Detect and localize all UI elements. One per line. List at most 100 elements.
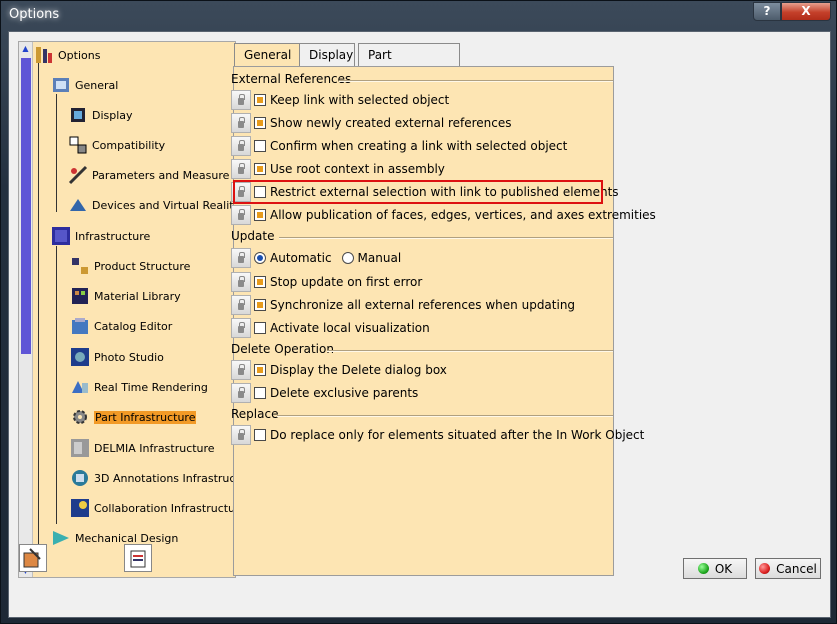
options-window: Options ? X ▲ ▼ Options General — [0, 0, 837, 624]
activate-local-checkbox[interactable] — [254, 322, 266, 334]
highlight-box — [233, 180, 603, 204]
option-keep-link[interactable]: Keep link with selected object — [231, 89, 449, 111]
option-show-new[interactable]: Show newly created external references — [231, 112, 512, 134]
rendering-icon — [70, 377, 90, 397]
infrastructure-icon — [51, 226, 71, 246]
material-library-icon — [70, 286, 90, 306]
lock-icon[interactable] — [231, 272, 251, 292]
tree-item-label: Mechanical Design — [75, 531, 179, 545]
green-dot-icon — [697, 563, 709, 574]
tree-item-label: Part Infrastructure — [94, 410, 197, 424]
option-do-replace[interactable]: Do replace only for elements situated af… — [231, 424, 644, 446]
tree-item-label: Display — [92, 108, 133, 122]
tree-item-label: General — [75, 78, 119, 92]
lock-icon[interactable] — [231, 205, 251, 225]
tree-item-label: Material Library — [94, 289, 181, 303]
lock-icon[interactable] — [231, 383, 251, 403]
option-update-mode[interactable]: Automatic Manual — [231, 247, 401, 269]
tree-item-product-structure[interactable]: Product Structure — [70, 255, 190, 277]
lock-icon[interactable] — [231, 425, 251, 445]
collaboration-icon — [70, 498, 90, 518]
keep-link-checkbox[interactable] — [254, 94, 266, 106]
tree-item-label: Real Time Rendering — [94, 380, 208, 394]
display-delete-checkbox[interactable] — [254, 364, 266, 376]
manual-radio[interactable] — [341, 252, 354, 264]
tree-item-compatibility[interactable]: Compatibility — [68, 134, 165, 156]
export-options-button[interactable] — [124, 544, 152, 572]
lock-icon[interactable] — [231, 113, 251, 133]
tree-item-general[interactable]: General — [51, 74, 118, 96]
option-activate-local[interactable]: Activate local visualization — [231, 317, 430, 339]
compatibility-icon — [68, 135, 88, 155]
photo-studio-icon — [70, 347, 90, 367]
scroll-up-arrow-icon[interactable]: ▲ — [20, 43, 31, 55]
option-confirm[interactable]: Confirm when creating a link with select… — [231, 135, 567, 157]
tree-item-mechanical-design[interactable]: Mechanical Design — [51, 527, 178, 549]
lock-icon[interactable] — [231, 360, 251, 380]
tree-item-display[interactable]: Display — [68, 104, 133, 126]
tree-item-parameters[interactable]: Parameters and Measure — [68, 164, 229, 186]
tab-part-document[interactable]: Part Document — [358, 43, 460, 84]
lock-icon[interactable] — [231, 295, 251, 315]
option-root-context[interactable]: Use root context in assembly — [231, 158, 445, 180]
gear-icon — [70, 407, 90, 427]
option-allow-publication[interactable]: Allow publication of faces, edges, verti… — [231, 204, 656, 226]
cancel-button[interactable]: Cancel — [755, 558, 821, 579]
tree-item-label: Compatibility — [92, 138, 166, 152]
lock-icon[interactable] — [231, 90, 251, 110]
root-context-checkbox[interactable] — [254, 163, 266, 175]
tree-scrollbar[interactable]: ▲ ▼ — [19, 42, 33, 577]
group-update: Update — [231, 229, 613, 243]
group-delete-operation: Delete Operation — [231, 342, 613, 356]
tree-item-delmia-infrastructure[interactable]: DELMIA Infrastructure — [70, 437, 215, 459]
tree-item-devices[interactable]: Devices and Virtual Reality — [68, 194, 236, 216]
tree-item-label: Catalog Editor — [94, 319, 173, 333]
lock-icon[interactable] — [231, 159, 251, 179]
lock-icon[interactable] — [231, 136, 251, 156]
tree-item-part-infrastructure[interactable]: Part Infrastructure — [70, 406, 197, 428]
tree-item-label: Photo Studio — [94, 350, 164, 364]
tree-item-label: Options — [58, 48, 101, 62]
tree-item-options[interactable]: Options — [34, 44, 100, 66]
options-tools-icon — [34, 45, 54, 65]
confirm-checkbox[interactable] — [254, 140, 266, 152]
tree-item-photo-studio[interactable]: Photo Studio — [70, 346, 164, 368]
tab-general[interactable]: General — [234, 43, 300, 68]
reset-options-button[interactable] — [19, 544, 47, 572]
show-new-checkbox[interactable] — [254, 117, 266, 129]
tree-item-label: 3D Annotations Infrastructu — [94, 471, 236, 485]
option-delete-parents[interactable]: Delete exclusive parents — [231, 382, 418, 404]
tree-item-collaboration[interactable]: Collaboration Infrastructure — [70, 497, 235, 519]
catalog-editor-icon — [70, 316, 90, 336]
tree-item-catalog-editor[interactable]: Catalog Editor — [70, 315, 172, 337]
stop-update-checkbox[interactable] — [254, 276, 266, 288]
options-tree[interactable]: ▲ ▼ Options General Display Co — [18, 41, 236, 578]
option-stop-update[interactable]: Stop update on first error — [231, 271, 422, 293]
help-button[interactable]: ? — [753, 2, 781, 21]
lock-icon[interactable] — [231, 318, 251, 338]
devices-icon — [68, 195, 88, 215]
product-structure-icon — [70, 256, 90, 276]
ok-button[interactable]: OK — [683, 558, 747, 579]
option-display-delete[interactable]: Display the Delete dialog box — [231, 359, 447, 381]
general-icon — [51, 75, 71, 95]
tab-display[interactable]: Display — [299, 43, 355, 67]
display-icon — [68, 105, 88, 125]
tree-item-label: Product Structure — [94, 259, 191, 273]
tree-item-label: Devices and Virtual Reality — [92, 198, 236, 212]
sync-external-checkbox[interactable] — [254, 299, 266, 311]
tree-item-3d-annotations[interactable]: 3D Annotations Infrastructu — [70, 467, 236, 489]
close-button[interactable]: X — [781, 2, 831, 21]
option-sync-external[interactable]: Synchronize all external references when… — [231, 294, 575, 316]
tree-item-real-time-rendering[interactable]: Real Time Rendering — [70, 376, 208, 398]
tree-item-material-library[interactable]: Material Library — [70, 285, 181, 307]
scroll-thumb[interactable] — [21, 58, 31, 354]
automatic-radio[interactable] — [254, 252, 266, 264]
parameters-icon — [68, 165, 88, 185]
lock-icon[interactable] — [231, 248, 251, 268]
allow-publication-checkbox[interactable] — [254, 209, 266, 221]
tree-item-infrastructure[interactable]: Infrastructure — [51, 225, 150, 247]
do-replace-checkbox[interactable] — [254, 429, 266, 441]
delete-parents-checkbox[interactable] — [254, 387, 266, 399]
group-replace: Replace — [231, 407, 613, 421]
